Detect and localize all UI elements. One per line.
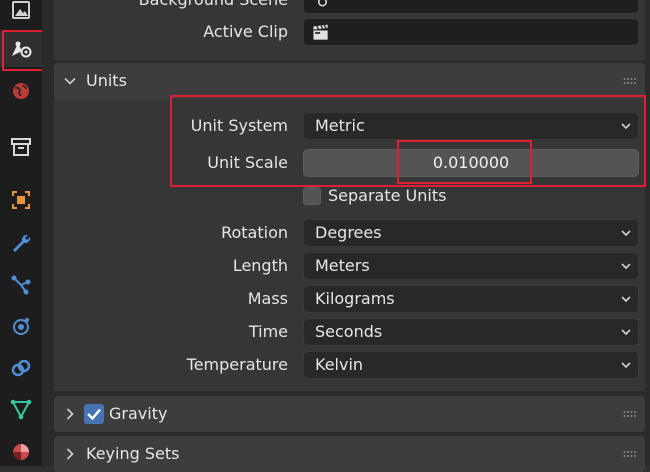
unit-scale-row: Unit Scale 0.010000	[42, 149, 650, 177]
active-clip-row: Active Clip	[42, 18, 650, 46]
separate-units-row: Separate Units	[42, 183, 650, 211]
constraints-icon	[11, 359, 31, 377]
modifier-wrench-icon	[13, 234, 31, 252]
drag-handle-icon[interactable]	[623, 77, 637, 85]
object-icon	[12, 191, 30, 209]
chevron-down-icon	[621, 362, 631, 369]
tab-constraints[interactable]	[0, 350, 42, 386]
units-panel-title: Units	[86, 71, 127, 90]
chevron-down-icon	[621, 263, 631, 270]
mass-value: Kilograms	[315, 289, 395, 308]
separate-units-label: Separate Units	[328, 186, 447, 205]
movie-clip-icon	[313, 24, 328, 40]
background-scene-row: Background Scene	[42, 0, 650, 14]
keying-sets-panel-title: Keying Sets	[86, 444, 180, 463]
world-icon	[13, 83, 29, 99]
separate-units-checkbox[interactable]	[303, 187, 321, 205]
time-label: Time	[248, 322, 288, 341]
scene-icon	[318, 0, 327, 7]
unit-system-dropdown[interactable]: Metric	[303, 112, 639, 140]
unit-system-value: Metric	[315, 116, 365, 135]
chevron-down-icon	[621, 230, 631, 237]
checkmark-icon	[87, 408, 101, 421]
properties-editor: Background Scene Active Clip Units Unit …	[42, 0, 650, 472]
background-scene-label: Background Scene	[139, 0, 288, 14]
gravity-panel-header[interactable]: Gravity	[54, 396, 645, 432]
properties-tab-bar	[0, 0, 54, 466]
temperature-dropdown[interactable]: Kelvin	[303, 351, 639, 379]
unit-scale-value: 0.010000	[432, 153, 510, 172]
temperature-row: Temperature Kelvin	[42, 351, 650, 379]
tab-object-data[interactable]	[0, 391, 42, 427]
particles-icon	[11, 275, 31, 295]
rotation-value: Degrees	[315, 223, 382, 242]
tab-particles[interactable]	[0, 267, 42, 303]
chevron-down-icon	[621, 123, 631, 130]
length-value: Meters	[315, 256, 370, 275]
temperature-label: Temperature	[186, 355, 288, 374]
rotation-dropdown[interactable]: Degrees	[303, 219, 639, 247]
length-row: Length Meters	[42, 252, 650, 280]
collection-icon	[11, 138, 31, 156]
mass-dropdown[interactable]: Kilograms	[303, 285, 639, 313]
drag-handle-icon[interactable]	[623, 450, 637, 458]
chevron-down-icon	[621, 296, 631, 303]
tab-object[interactable]	[0, 182, 42, 218]
tab-physics[interactable]	[0, 308, 42, 344]
length-dropdown[interactable]: Meters	[303, 252, 639, 280]
drag-handle-icon[interactable]	[623, 410, 637, 418]
unit-system-row: Unit System Metric	[42, 112, 650, 140]
active-clip-label: Active Clip	[203, 22, 288, 41]
tab-material[interactable]	[0, 434, 42, 470]
tab-world[interactable]	[0, 73, 42, 109]
image-icon	[12, 1, 30, 19]
scene-icon	[12, 41, 32, 58]
chevron-down-icon	[64, 77, 76, 85]
tab-scene[interactable]	[0, 31, 42, 67]
gravity-panel-title: Gravity	[109, 404, 168, 423]
object-data-icon	[10, 399, 32, 420]
time-dropdown[interactable]: Seconds	[303, 318, 639, 346]
rotation-row: Rotation Degrees	[42, 219, 650, 247]
background-scene-field[interactable]	[303, 0, 639, 14]
active-clip-field[interactable]	[303, 18, 639, 46]
gravity-checkbox[interactable]	[84, 404, 104, 424]
tab-modifiers[interactable]	[0, 225, 42, 261]
tab-render-output[interactable]	[0, 0, 42, 28]
chevron-right-icon	[66, 448, 74, 460]
material-icon	[13, 444, 29, 460]
physics-icon	[13, 318, 29, 335]
mass-row: Mass Kilograms	[42, 285, 650, 313]
chevron-down-icon	[621, 329, 631, 336]
temperature-value: Kelvin	[315, 355, 364, 374]
unit-scale-label: Unit Scale	[207, 153, 288, 172]
length-label: Length	[232, 256, 288, 275]
tab-collection[interactable]	[0, 129, 42, 165]
unit-scale-input[interactable]: 0.010000	[303, 149, 639, 177]
time-row: Time Seconds	[42, 318, 650, 346]
rotation-label: Rotation	[221, 223, 288, 242]
chevron-right-icon	[66, 408, 74, 420]
mass-label: Mass	[247, 289, 288, 308]
time-value: Seconds	[315, 322, 383, 341]
keying-sets-panel-header[interactable]: Keying Sets	[54, 436, 645, 472]
unit-system-label: Unit System	[190, 116, 288, 135]
units-panel-header[interactable]: Units	[54, 63, 645, 99]
